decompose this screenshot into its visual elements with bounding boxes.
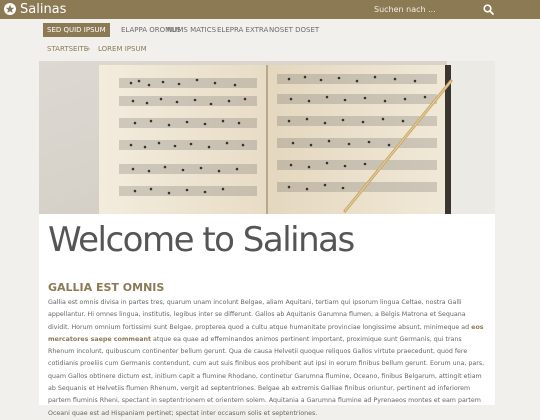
breadcrumb-current: LOREM IPSUM (98, 45, 147, 53)
main-navigation: SED QUID IPSUM ELAPPA OROMUS NUMS MATICS… (39, 19, 495, 40)
page-title-heading: Welcome to Salinas (48, 220, 355, 260)
breadcrumb: STARTSEITE » LOREM IPSUM (39, 40, 495, 61)
breadcrumb-separator: » (86, 45, 91, 53)
site-title[interactable]: Salinas (20, 1, 66, 18)
nav-item-nums-matics[interactable]: NUMS MATICS (163, 23, 220, 37)
paragraph-text-before: Gallia est omnis divisa in partes tres, … (48, 299, 472, 331)
search-input[interactable] (370, 2, 480, 17)
search-icon (482, 4, 494, 15)
breadcrumb-home[interactable]: STARTSEITE (47, 44, 88, 54)
hero-image (39, 61, 495, 214)
section-heading: GALLIA EST OMNIS (48, 281, 165, 294)
nav-item-sed-quid-ipsum[interactable]: SED QUID IPSUM (43, 23, 110, 37)
star-circle-icon (4, 3, 16, 15)
body-paragraph: Gallia est omnis divisa in partes tres, … (48, 297, 486, 420)
top-bar: Salinas (0, 0, 540, 19)
nav-item-noset-doset[interactable]: NOSET DOSET (265, 23, 323, 37)
search-button[interactable] (480, 0, 496, 19)
nav-item-elepra-extra[interactable]: ELEPRA EXTRA (213, 23, 272, 37)
